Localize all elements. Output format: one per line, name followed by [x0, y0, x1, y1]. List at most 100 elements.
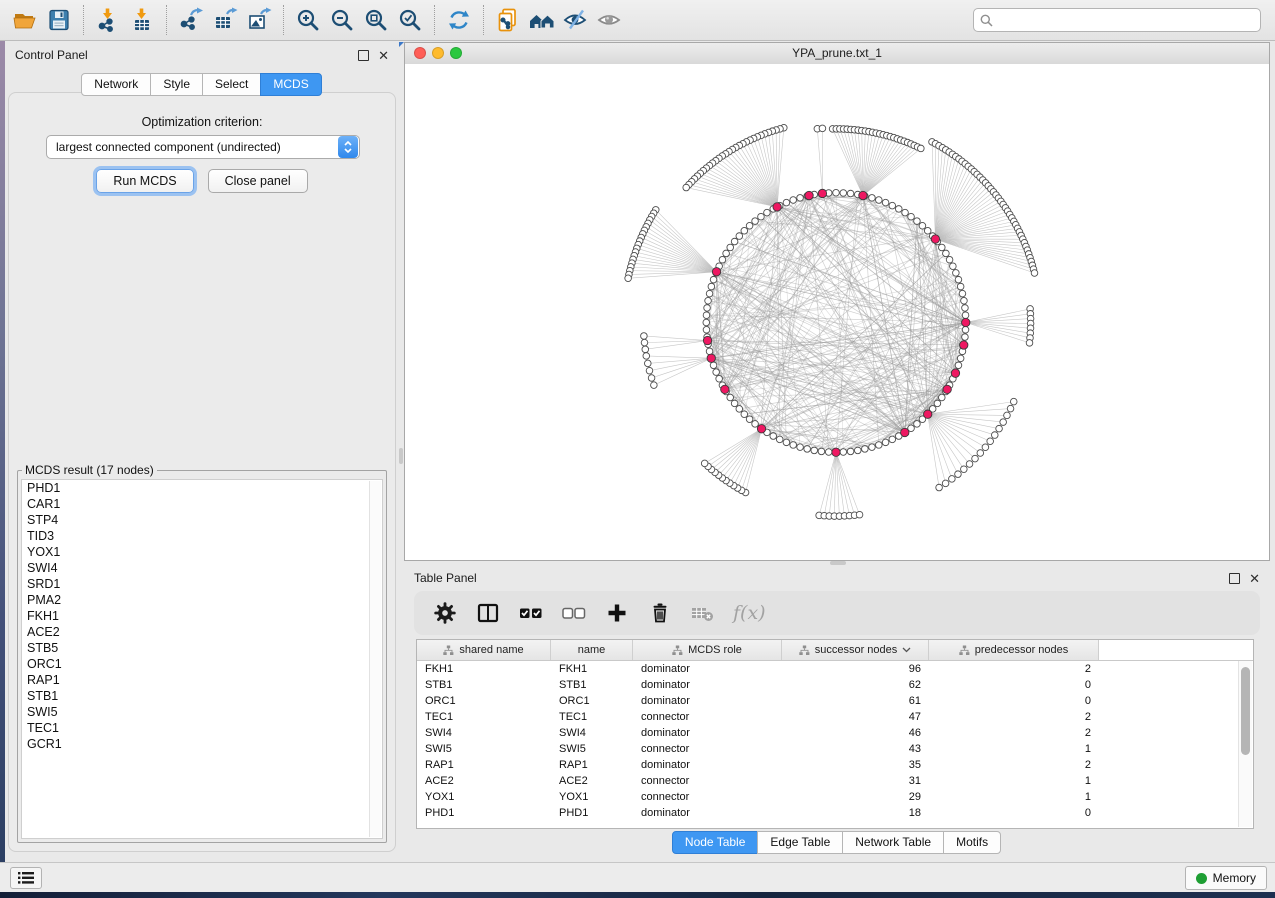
- ring-node[interactable]: [862, 446, 869, 453]
- close-panel-button[interactable]: ✕: [1249, 572, 1260, 585]
- leaf-node[interactable]: [996, 425, 1003, 432]
- tab-node-table[interactable]: Node Table: [672, 831, 759, 854]
- leaf-node[interactable]: [1004, 412, 1011, 419]
- search-input[interactable]: [997, 10, 1260, 30]
- leaf-node[interactable]: [641, 339, 648, 346]
- table-row[interactable]: RAP1RAP1dominator352: [417, 757, 1253, 773]
- ring-node[interactable]: [914, 218, 921, 225]
- column-header-predecessor-nodes[interactable]: predecessor nodes: [929, 640, 1099, 660]
- zoom-out-button[interactable]: [325, 4, 359, 36]
- hide-selected-button[interactable]: [559, 4, 593, 36]
- ring-node[interactable]: [790, 197, 797, 204]
- ring-node[interactable]: [847, 190, 854, 197]
- mcds-hub-node[interactable]: [901, 428, 909, 436]
- ring-node[interactable]: [705, 297, 712, 304]
- ring-node[interactable]: [741, 227, 748, 234]
- mcds-hub-node[interactable]: [707, 354, 715, 362]
- mcds-result-item[interactable]: PHD1: [22, 480, 382, 496]
- ring-node[interactable]: [731, 238, 738, 245]
- export-network-button[interactable]: [174, 4, 208, 36]
- mcds-result-item[interactable]: GCR1: [22, 736, 382, 752]
- close-panel-button[interactable]: ✕: [378, 49, 389, 62]
- splitter-collapse-arrow[interactable]: [399, 42, 404, 47]
- mcds-result-item[interactable]: YOX1: [22, 544, 382, 560]
- mcds-result-item[interactable]: CAR1: [22, 496, 382, 512]
- mcds-hub-node[interactable]: [960, 341, 968, 349]
- export-image-button[interactable]: [242, 4, 276, 36]
- leaf-node[interactable]: [1031, 270, 1038, 277]
- ring-node[interactable]: [889, 436, 896, 443]
- ring-node[interactable]: [752, 218, 759, 225]
- mcds-hub-node[interactable]: [924, 410, 932, 418]
- ring-node[interactable]: [869, 444, 876, 451]
- mcds-result-item[interactable]: STB5: [22, 640, 382, 656]
- leaf-node[interactable]: [1000, 419, 1007, 426]
- leaf-node[interactable]: [856, 511, 863, 518]
- ring-node[interactable]: [741, 411, 748, 418]
- ring-node[interactable]: [746, 416, 753, 423]
- ring-node[interactable]: [731, 400, 738, 407]
- zoom-in-button[interactable]: [291, 4, 325, 36]
- mcds-result-item[interactable]: STP4: [22, 512, 382, 528]
- ring-node[interactable]: [957, 355, 964, 362]
- new-network-from-selection-button[interactable]: [491, 4, 525, 36]
- leaf-node[interactable]: [982, 444, 989, 451]
- ring-node[interactable]: [716, 375, 723, 382]
- mcds-result-item[interactable]: ACE2: [22, 624, 382, 640]
- float-panel-button[interactable]: [1229, 573, 1240, 584]
- leaf-node[interactable]: [651, 382, 658, 389]
- tab-select[interactable]: Select: [202, 73, 261, 96]
- ring-node[interactable]: [758, 213, 765, 220]
- ring-node[interactable]: [736, 233, 743, 240]
- leaf-node[interactable]: [991, 432, 998, 439]
- table-row[interactable]: SWI5SWI5connector431: [417, 741, 1253, 757]
- ring-node[interactable]: [797, 444, 804, 451]
- import-network-button[interactable]: [91, 4, 125, 36]
- ring-node[interactable]: [710, 362, 717, 369]
- ring-node[interactable]: [902, 209, 909, 216]
- ring-node[interactable]: [895, 206, 902, 213]
- leaf-node[interactable]: [642, 346, 649, 353]
- ring-node[interactable]: [962, 312, 969, 319]
- mcds-result-item[interactable]: TEC1: [22, 720, 382, 736]
- column-header-shared-name[interactable]: shared name: [417, 640, 551, 660]
- leaf-node[interactable]: [701, 460, 708, 467]
- ring-node[interactable]: [840, 449, 847, 456]
- leaf-node[interactable]: [1007, 405, 1014, 412]
- mcds-result-item[interactable]: FKH1: [22, 608, 382, 624]
- table-row[interactable]: TEC1TEC1connector472: [417, 709, 1253, 725]
- ring-node[interactable]: [840, 190, 847, 197]
- table-row[interactable]: YOX1YOX1connector291: [417, 789, 1253, 805]
- column-header-name[interactable]: name: [551, 640, 633, 660]
- ring-node[interactable]: [706, 290, 713, 297]
- mcds-hub-node[interactable]: [859, 191, 867, 199]
- ring-node[interactable]: [708, 283, 715, 290]
- leaf-node[interactable]: [977, 450, 984, 457]
- tab-mcds[interactable]: MCDS: [260, 73, 321, 96]
- mcds-result-item[interactable]: RAP1: [22, 672, 382, 688]
- ring-node[interactable]: [783, 439, 790, 446]
- mcds-result-item[interactable]: SWI4: [22, 560, 382, 576]
- leaf-node[interactable]: [643, 353, 650, 360]
- leaf-node[interactable]: [972, 455, 979, 462]
- zoom-fit-content-button[interactable]: [359, 4, 393, 36]
- ring-node[interactable]: [962, 334, 969, 341]
- ring-node[interactable]: [957, 283, 964, 290]
- ring-node[interactable]: [770, 433, 777, 440]
- mcds-result-item[interactable]: STB1: [22, 688, 382, 704]
- tab-motifs[interactable]: Motifs: [943, 831, 1001, 854]
- table-row[interactable]: ACE2ACE2connector311: [417, 773, 1253, 789]
- mcds-hub-node[interactable]: [931, 235, 939, 243]
- ring-node[interactable]: [908, 213, 915, 220]
- settings-button[interactable]: [432, 600, 458, 626]
- leaf-node[interactable]: [1010, 398, 1017, 405]
- optimization-dropdown[interactable]: largest connected component (undirected): [46, 135, 360, 159]
- ring-node[interactable]: [955, 276, 962, 283]
- leaf-node[interactable]: [625, 275, 632, 282]
- show-all-button[interactable]: [593, 4, 627, 36]
- leaf-node[interactable]: [648, 375, 655, 382]
- network-canvas[interactable]: [405, 64, 1269, 560]
- mcds-hub-node[interactable]: [773, 203, 781, 211]
- ring-node[interactable]: [818, 448, 825, 455]
- memory-button[interactable]: Memory: [1185, 866, 1267, 890]
